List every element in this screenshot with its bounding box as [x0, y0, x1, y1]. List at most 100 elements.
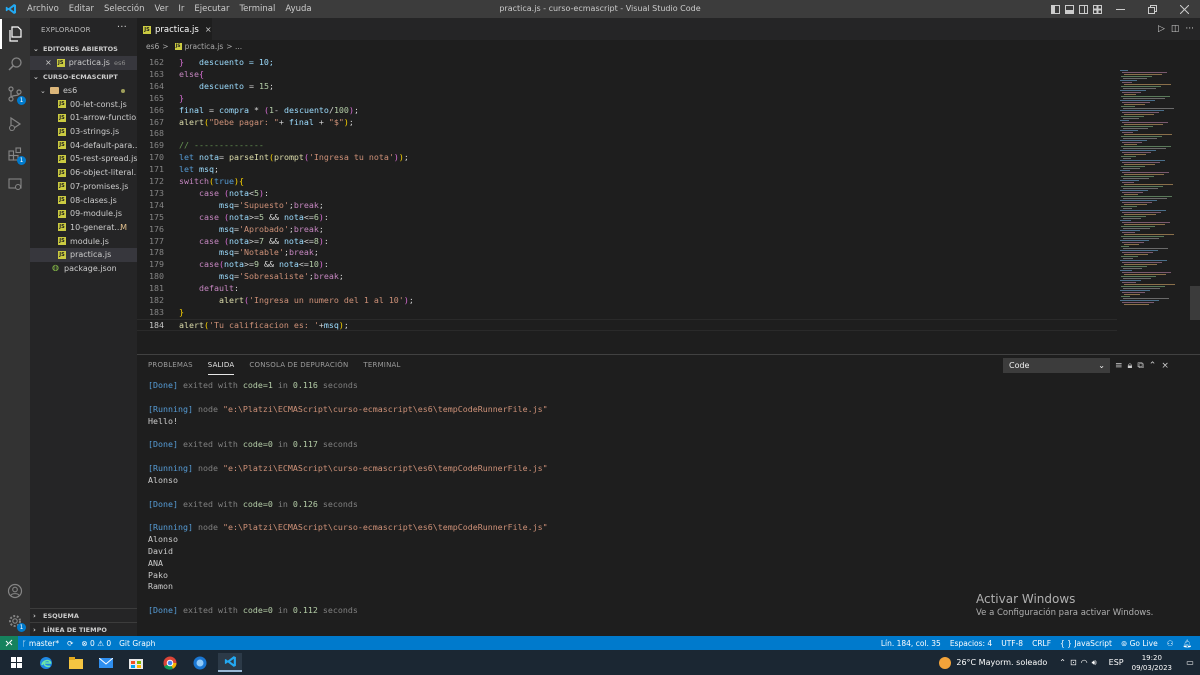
notifications-icon[interactable]: ▭	[1180, 658, 1200, 667]
file-item[interactable]: JS 09-module.js	[30, 207, 137, 221]
more-actions-icon[interactable]: ···	[117, 22, 127, 33]
close-panel-icon[interactable]: ×	[1161, 361, 1169, 371]
more-actions-icon[interactable]: ···	[1185, 24, 1194, 34]
file-item[interactable]: JS 06-object-literal...	[30, 166, 137, 180]
output-text: [Running] node "e:\Platzi\ECMAScript\cur…	[148, 522, 548, 532]
end-of-line[interactable]: CRLF	[1032, 639, 1051, 648]
restore-button[interactable]	[1136, 0, 1168, 18]
chevron-up-icon[interactable]: ⌃	[1059, 658, 1066, 667]
maximize-panel-icon[interactable]: ⌃	[1149, 361, 1157, 371]
file-item[interactable]: JS module.js	[30, 234, 137, 248]
file-item[interactable]: JS 08-clases.js	[30, 193, 137, 207]
extensions-icon[interactable]: 1	[0, 139, 30, 169]
timeline-section[interactable]: › LÍNEA DE TIEMPO	[30, 622, 137, 636]
search-icon[interactable]	[0, 49, 30, 79]
code-editor[interactable]: descuento = 10; 162} 163 else{164 descuent…	[137, 52, 1117, 354]
close-tab-icon[interactable]: ×	[205, 25, 212, 34]
explorer-icon[interactable]	[0, 19, 30, 49]
menu-item-ayuda[interactable]: Ayuda	[280, 0, 316, 18]
toggle-secondary-sidebar-icon[interactable]	[1076, 0, 1090, 18]
settings-gear-icon[interactable]: 1	[0, 606, 30, 636]
editor-scrollbar[interactable]	[1190, 286, 1200, 320]
language-mode[interactable]: { } JavaScript	[1060, 639, 1112, 648]
tab-practica-js[interactable]: JS practica.js ×	[137, 18, 212, 40]
account-icon[interactable]	[0, 576, 30, 606]
folder-es6[interactable]: ⌄ es6	[30, 84, 137, 98]
file-item[interactable]: JS 01-arrow-functio...	[30, 111, 137, 125]
panel-tab[interactable]: SALIDA	[207, 355, 235, 375]
breadcrumb-tail[interactable]: > ...	[226, 42, 242, 51]
file-explorer-icon[interactable]	[64, 653, 88, 672]
toggle-panel-icon[interactable]	[1062, 0, 1076, 18]
windows-start-icon[interactable]	[4, 653, 28, 672]
open-editor-item[interactable]: × JS practica.js es6	[30, 56, 137, 70]
input-language[interactable]: ESP	[1109, 658, 1124, 667]
open-editors-section[interactable]: ⌄ EDITORES ABIERTOS	[30, 42, 137, 56]
filter-list-icon[interactable]: ≡	[1115, 361, 1123, 371]
panel-tab[interactable]: CONSOLA DE DEPURACIÓN	[249, 355, 348, 375]
panel-tab[interactable]: PROBLEMAS	[148, 355, 193, 375]
file-item[interactable]: JS 00-let-const.js	[30, 97, 137, 111]
cursor-position[interactable]: Lín. 184, col. 35	[881, 639, 941, 648]
output-channel-select[interactable]: Code ⌄	[1003, 358, 1110, 373]
encoding[interactable]: UTF-8	[1001, 639, 1023, 648]
minimap-line	[1123, 198, 1167, 199]
code-token: final	[179, 104, 204, 115]
store-icon[interactable]	[124, 653, 148, 672]
panel-tab[interactable]: TERMINAL	[363, 355, 400, 375]
notifications-bell-icon[interactable]: 🔔︎	[1182, 639, 1192, 648]
git-graph-button[interactable]: Git Graph	[119, 639, 155, 648]
breadcrumb-folder[interactable]: es6	[146, 42, 159, 51]
menu-item-archivo[interactable]: Archivo	[22, 0, 64, 18]
account-status-icon[interactable]: ⚇	[1167, 639, 1174, 648]
close-window-button[interactable]	[1168, 0, 1200, 18]
menu-item-ver[interactable]: Ver	[149, 0, 173, 18]
sync-icon[interactable]: ⟳	[67, 639, 73, 648]
file-package-json[interactable]: ◍ package.json	[30, 262, 137, 276]
breadcrumb-file[interactable]: practica.js	[185, 42, 224, 51]
menu-item-ir[interactable]: Ir	[173, 0, 189, 18]
code-token: // --------------	[179, 140, 264, 151]
go-live-button[interactable]: ⊚ Go Live	[1121, 639, 1158, 648]
minimize-button[interactable]	[1104, 0, 1136, 18]
app-blue-icon[interactable]	[188, 653, 212, 672]
run-debug-icon[interactable]	[0, 109, 30, 139]
outline-section[interactable]: › ESQUEMA	[30, 608, 137, 622]
git-branch[interactable]: ᚴ master*	[22, 639, 59, 648]
menu-item-editar[interactable]: Editar	[64, 0, 99, 18]
file-item[interactable]: JS 07-promises.js	[30, 180, 137, 194]
problems-indicator[interactable]: ⊗ 0 ⚠ 0	[81, 639, 111, 648]
customize-layout-icon[interactable]	[1090, 0, 1104, 18]
code-token: >=	[243, 259, 254, 270]
split-editor-icon[interactable]: ◫	[1171, 24, 1180, 34]
file-item[interactable]: JS 03-strings.js	[30, 125, 137, 139]
clear-output-icon[interactable]: ⧉	[1137, 361, 1143, 371]
volume-icon[interactable]: 🔊︎	[1092, 658, 1097, 668]
remote-indicator-icon[interactable]	[0, 636, 18, 650]
file-item[interactable]: JS 05-rest-spread.js	[30, 152, 137, 166]
minimap[interactable]	[1120, 52, 1190, 354]
run-code-icon[interactable]: ▷	[1158, 24, 1165, 34]
weather-widget[interactable]: 26°C Mayorm. soleado	[939, 656, 1047, 669]
indentation[interactable]: Espacios: 4	[950, 639, 992, 648]
file-item[interactable]: JS 10-generat... M	[30, 221, 137, 235]
project-section[interactable]: ⌄ CURSO-ECMASCRIPT	[30, 70, 137, 84]
toggle-sidebar-icon[interactable]	[1048, 0, 1062, 18]
lock-icon[interactable]: 🔒︎	[1128, 361, 1133, 371]
menu-item-selección[interactable]: Selección	[99, 0, 150, 18]
wifi-icon[interactable]: ◠	[1081, 658, 1088, 667]
vscode-taskbar-icon[interactable]	[218, 653, 242, 672]
menu-item-ejecutar[interactable]: Ejecutar	[189, 0, 234, 18]
chrome-icon[interactable]	[158, 653, 182, 672]
remote-explorer-icon[interactable]	[0, 169, 30, 199]
mail-icon[interactable]	[94, 653, 118, 672]
network-icon[interactable]: ⊡	[1070, 658, 1077, 667]
code-token: break	[313, 271, 339, 282]
close-editor-icon[interactable]: ×	[45, 58, 52, 67]
file-item[interactable]: JS 04-default-para...	[30, 138, 137, 152]
menu-item-terminal[interactable]: Terminal	[234, 0, 280, 18]
file-item[interactable]: JS practica.js	[30, 247, 137, 262]
source-control-icon[interactable]: 1	[0, 79, 30, 109]
edge-icon[interactable]	[34, 653, 58, 672]
clock[interactable]: 19:20 09/03/2023	[1132, 653, 1172, 673]
